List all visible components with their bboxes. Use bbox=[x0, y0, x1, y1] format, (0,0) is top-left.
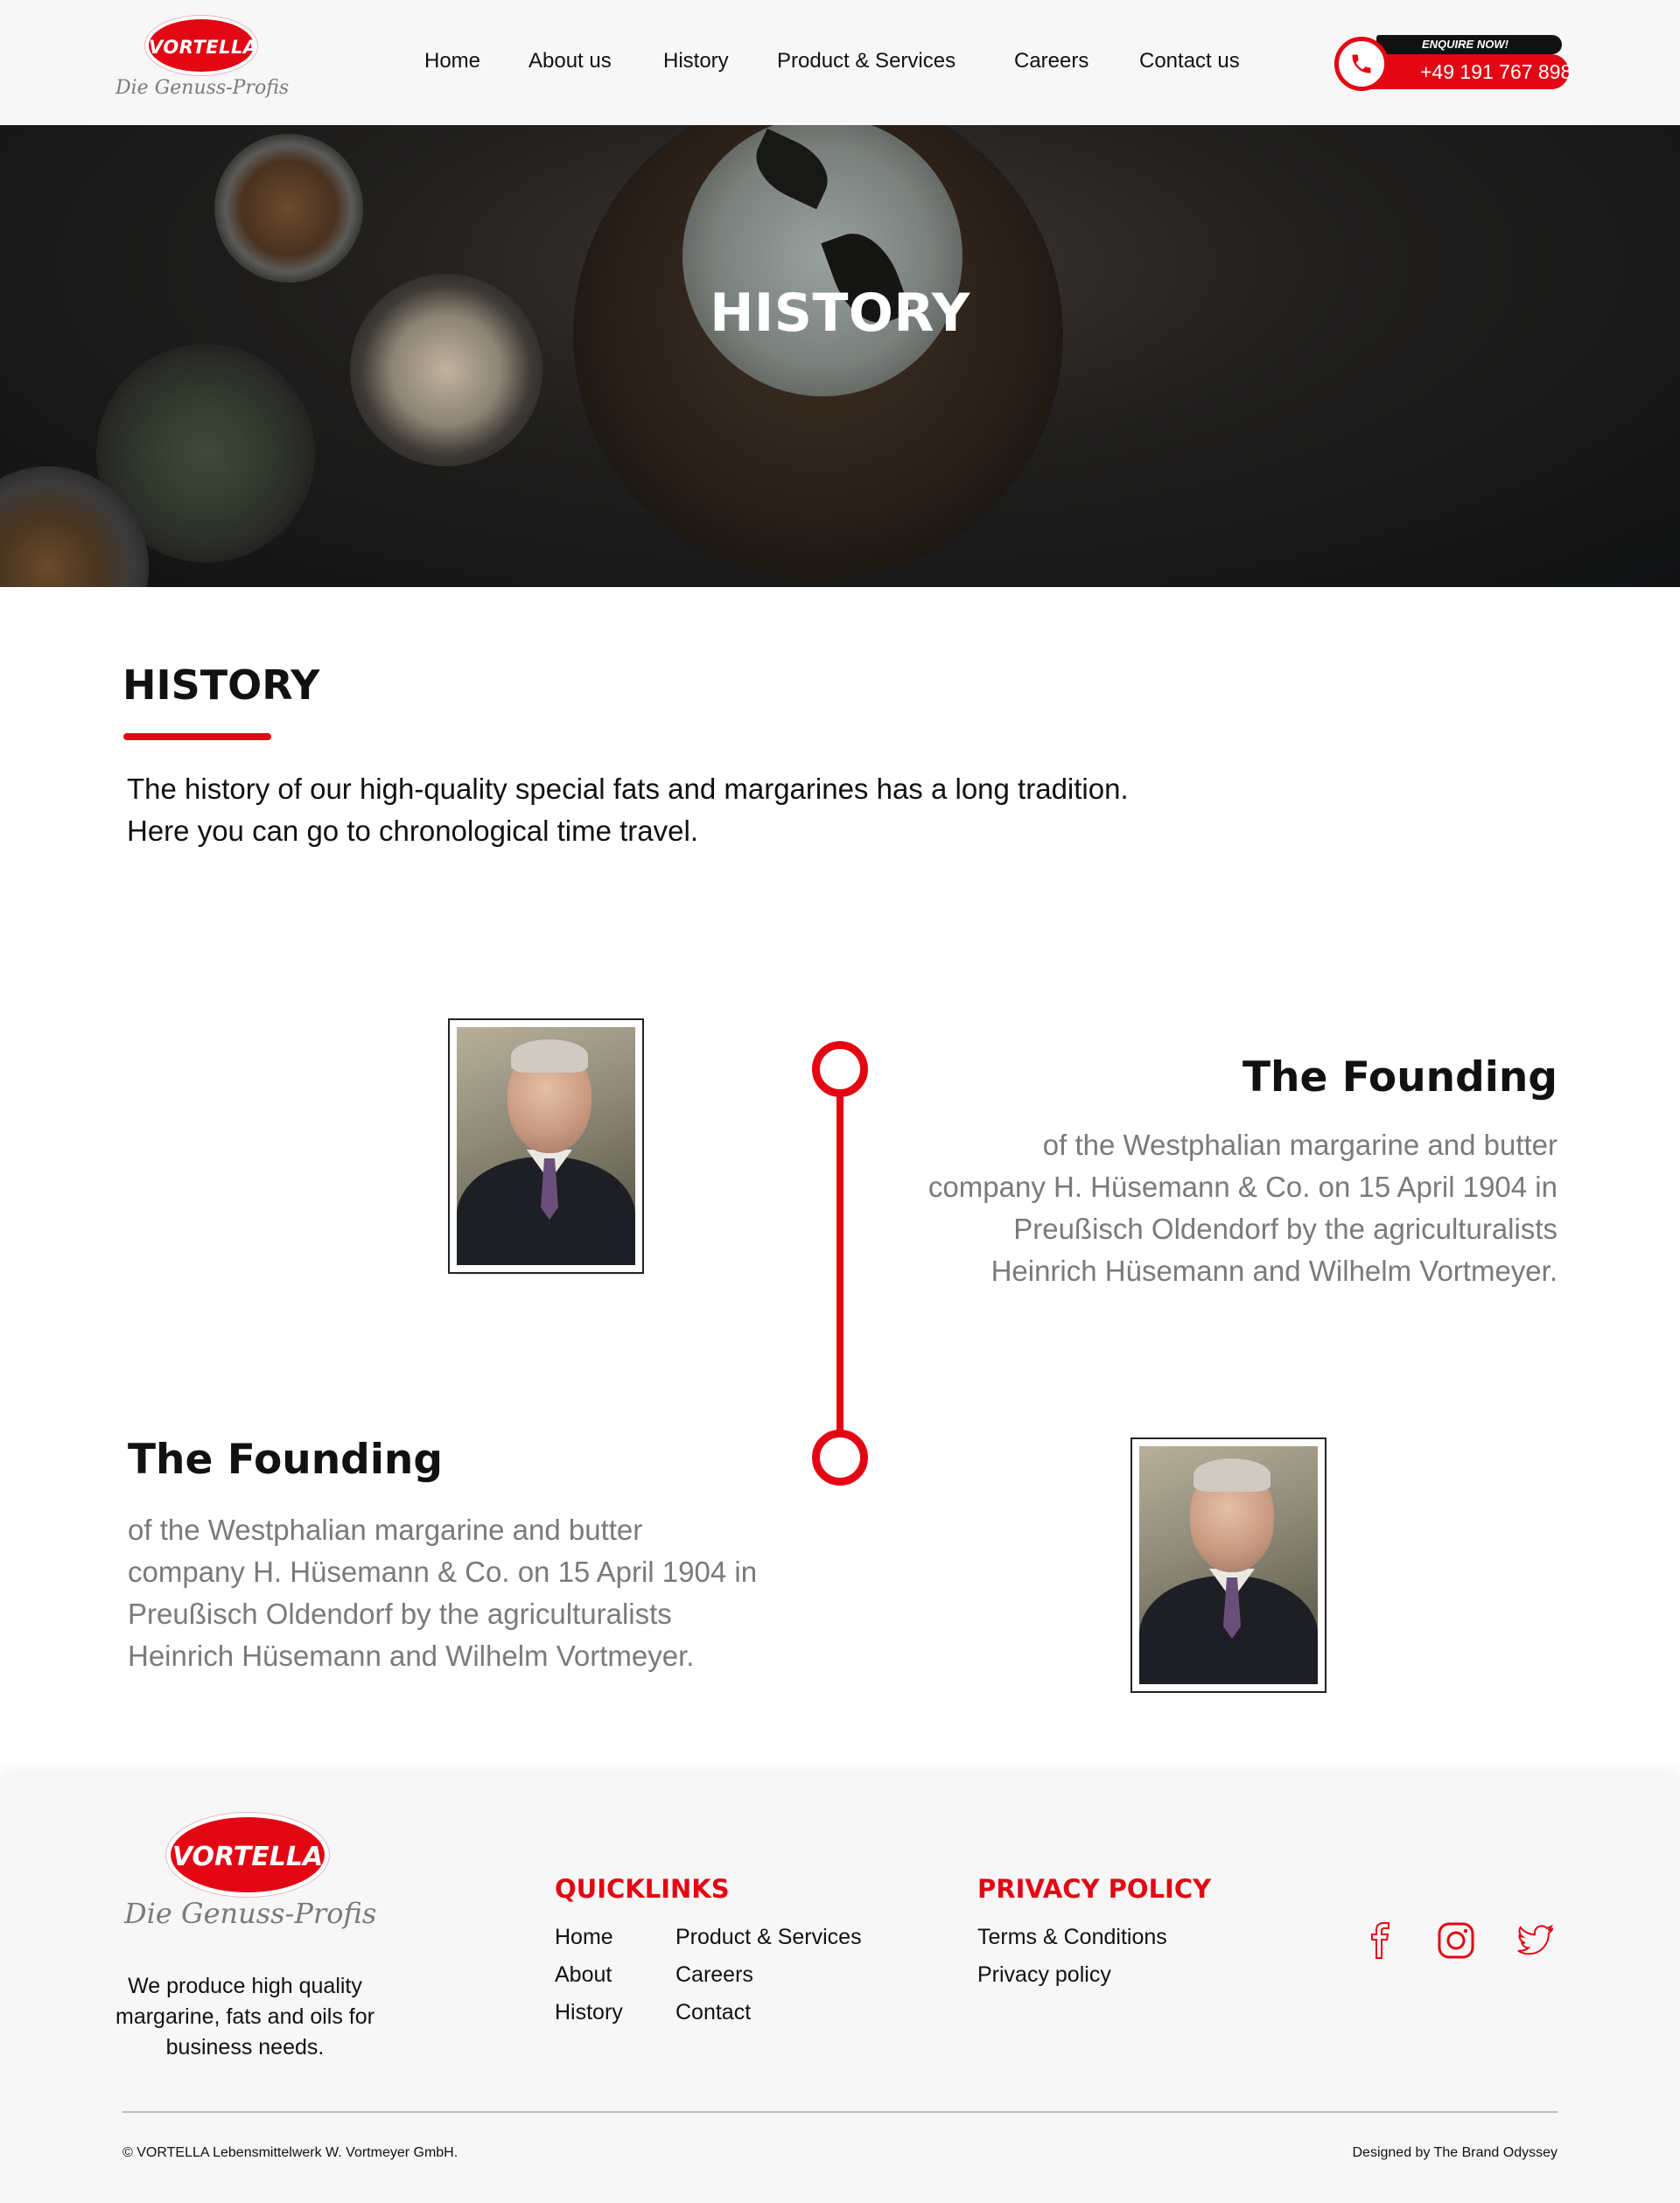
timeline-event-title: The Founding bbox=[128, 1436, 444, 1484]
instagram-icon[interactable] bbox=[1433, 1918, 1479, 1963]
logo-wordmark: VORTELLA bbox=[172, 1842, 324, 1872]
nav-contact-us[interactable]: Contact us bbox=[1139, 49, 1240, 73]
privacy-policy-heading: PRIVACY POLICY bbox=[977, 1874, 1212, 1904]
copyright-text: © VORTELLA Lebensmittelwerk W. Vortmeyer… bbox=[122, 2145, 458, 2160]
intro-paragraph: The history of our high-quality special … bbox=[127, 768, 1352, 852]
nav-about-us[interactable]: About us bbox=[528, 49, 612, 73]
logo-oval: VORTELLA bbox=[166, 1813, 329, 1897]
footer-link-contact[interactable]: Contact bbox=[676, 2000, 751, 2025]
intro-line: The history of our high-quality special … bbox=[127, 773, 1129, 805]
footer-link-about[interactable]: About bbox=[555, 1962, 612, 1988]
hero-banner: HISTORY bbox=[0, 125, 1680, 587]
timeline-event-text: of the Westphalian margarine and butter … bbox=[928, 1124, 1558, 1292]
event-line: of the Westphalian margarine and butter bbox=[1042, 1129, 1558, 1161]
site-header: VORTELLA Die Genuss-Profis Home About us… bbox=[0, 0, 1680, 125]
designed-by-credit: Designed by The Brand Odyssey bbox=[1352, 2145, 1558, 2160]
hero-bowl bbox=[214, 134, 363, 283]
about-line: business needs. bbox=[165, 2035, 325, 2060]
facebook-icon[interactable] bbox=[1358, 1918, 1404, 1963]
footer-link-terms[interactable]: Terms & Conditions bbox=[977, 1925, 1167, 1950]
founder-portrait bbox=[1130, 1437, 1326, 1693]
nav-careers[interactable]: Careers bbox=[1014, 49, 1088, 73]
timeline-marker bbox=[812, 1430, 868, 1486]
footer-about-text: We produce high quality margarine, fats … bbox=[88, 1971, 402, 2063]
site-footer: VORTELLA Die Genuss-Profis We produce hi… bbox=[0, 1776, 1680, 2203]
footer-link-privacy-policy[interactable]: Privacy policy bbox=[977, 1962, 1111, 1988]
intro-line: Here you can go to chronological time tr… bbox=[127, 815, 699, 847]
nav-product-services[interactable]: Product & Services bbox=[777, 49, 956, 73]
logo-tagline: Die Genuss-Profis bbox=[124, 1897, 377, 1930]
logo-tagline: Die Genuss-Profis bbox=[116, 77, 290, 99]
footer-link-product-services[interactable]: Product & Services bbox=[676, 1925, 862, 1950]
logo-oval: VORTELLA bbox=[145, 16, 257, 75]
timeline-event-title: The Founding bbox=[1242, 1053, 1558, 1102]
event-line: company H. Hüsemann & Co. on 15 April 19… bbox=[128, 1556, 758, 1588]
about-line: We produce high quality bbox=[128, 1974, 362, 1998]
footer-divider bbox=[122, 2111, 1558, 2113]
founder-portrait bbox=[448, 1018, 644, 1274]
event-line: Heinrich Hüsemann and Wilhelm Vortmeyer. bbox=[128, 1640, 695, 1672]
event-line: Heinrich Hüsemann and Wilhelm Vortmeyer. bbox=[990, 1255, 1558, 1287]
enquire-now-label: ENQUIRE NOW! bbox=[1376, 35, 1562, 54]
event-line: Preußisch Oldendorf by the agriculturali… bbox=[1013, 1213, 1558, 1245]
event-line: company H. Hüsemann & Co. on 15 April 19… bbox=[928, 1171, 1558, 1203]
footer-link-history[interactable]: History bbox=[555, 2000, 623, 2025]
quicklinks-heading: QUICKLINKS bbox=[555, 1874, 730, 1904]
event-line: Preußisch Oldendorf by the agriculturali… bbox=[128, 1598, 672, 1630]
twitter-icon[interactable] bbox=[1512, 1918, 1558, 1963]
event-line: of the Westphalian margarine and butter bbox=[128, 1514, 643, 1546]
vortella-logo[interactable]: VORTELLA Die Genuss-Profis bbox=[116, 16, 290, 108]
nav-home[interactable]: Home bbox=[424, 49, 480, 73]
logo-wordmark: VORTELLA bbox=[149, 37, 258, 58]
hero-title: HISTORY bbox=[710, 283, 970, 344]
timeline-marker bbox=[812, 1041, 868, 1097]
footer-logo[interactable]: VORTELLA Die Genuss-Profis bbox=[124, 1813, 376, 1930]
enquire-phone-button[interactable]: ENQUIRE NOW! +49 191 767 898 bbox=[1334, 35, 1572, 91]
heading-underline bbox=[123, 733, 271, 740]
section-heading: HISTORY bbox=[122, 661, 320, 709]
phone-icon bbox=[1334, 37, 1389, 91]
footer-link-home[interactable]: Home bbox=[555, 1925, 613, 1950]
timeline-event-text: of the Westphalian margarine and butter … bbox=[128, 1509, 757, 1677]
timeline-line bbox=[836, 1097, 844, 1431]
footer-link-careers[interactable]: Careers bbox=[676, 1962, 753, 1988]
about-line: margarine, fats and oils for bbox=[116, 2004, 374, 2029]
nav-history[interactable]: History bbox=[663, 49, 729, 73]
